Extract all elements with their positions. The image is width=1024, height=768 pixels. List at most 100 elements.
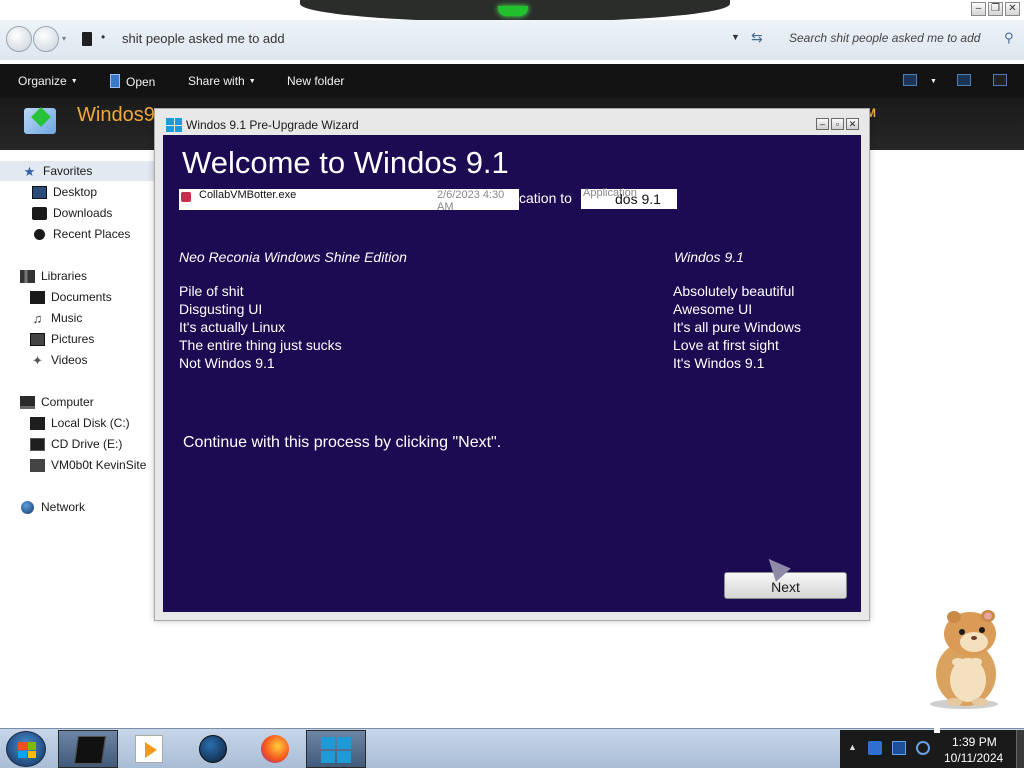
nav-label: Libraries	[41, 269, 88, 283]
taskbar-browser[interactable]	[182, 730, 242, 768]
preview-pane-icon[interactable]	[957, 74, 971, 86]
command-bar: Organize ▼ Open Share with ▼ New folder ▼	[0, 64, 1024, 98]
nav-label: Desktop	[53, 185, 98, 199]
clock-time[interactable]: 1:39 PM	[952, 735, 997, 749]
upgrade-wizard-dialog: Windos 9.1 Pre-Upgrade Wizard – ▫ ✕ Welc…	[154, 108, 870, 621]
list-item: It's all pure Windows	[673, 319, 801, 335]
clock-date[interactable]: 10/11/2024	[944, 751, 1003, 765]
wizard-window-title: Windos 9.1 Pre-Upgrade Wizard	[186, 118, 359, 132]
nav-label: Computer	[41, 395, 94, 409]
glitch-text-fragment-2: dos 9.1	[615, 191, 661, 207]
share-with-button[interactable]: Share with ▼	[188, 74, 256, 88]
close-button[interactable]: ✕	[1005, 2, 1020, 16]
file-name: CollabVMBotter.exe	[199, 189, 297, 201]
glitch-file-row: CollabVMBotter.exe 2/6/2023 4:30 AM	[179, 189, 519, 213]
volume-icon[interactable]	[916, 741, 930, 755]
downloads-icon	[32, 206, 47, 220]
nav-item-desktop[interactable]: Desktop	[0, 182, 156, 202]
firefox-icon	[261, 735, 289, 763]
change-view-icon[interactable]	[903, 74, 917, 86]
recent-places-icon	[34, 228, 45, 240]
minimize-button[interactable]: –	[971, 2, 986, 16]
address-dropdown-icon[interactable]: ▼	[731, 32, 740, 42]
start-button[interactable]	[6, 731, 46, 767]
share-with-label: Share with	[188, 74, 245, 88]
taskbar-explorer[interactable]	[58, 730, 118, 768]
wizard-close-button[interactable]: ✕	[846, 118, 859, 130]
nav-label: CD Drive (E:)	[51, 437, 123, 451]
notification-marker	[934, 727, 940, 733]
glitch-overlay-block: Application dos 9.1	[581, 187, 677, 209]
new-folder-button[interactable]: New folder	[287, 74, 344, 88]
system-tray: ▲ 1:39 PM 10/11/2024	[840, 727, 1024, 768]
organize-button[interactable]: Organize ▼	[18, 74, 78, 88]
maximize-button[interactable]: ❐	[988, 2, 1003, 16]
left-column-heading: Neo Reconia Windows Shine Edition	[179, 249, 407, 265]
nav-item-libraries[interactable]: Libraries	[0, 266, 156, 286]
star-icon: ★	[23, 163, 36, 179]
network-status-icon[interactable]	[892, 741, 906, 755]
globe-browser-icon	[199, 735, 227, 763]
help-icon[interactable]	[993, 74, 1007, 86]
hamster-mascot	[930, 610, 998, 709]
next-button[interactable]: Next	[724, 572, 847, 599]
computer-icon	[20, 395, 35, 409]
taskbar-upgrade-wizard[interactable]	[306, 730, 366, 768]
wizard-minimize-button[interactable]: –	[816, 118, 829, 130]
wizard-window-controls: – ▫ ✕	[816, 118, 859, 130]
organize-label: Organize	[18, 74, 67, 88]
nav-item-cd-drive[interactable]: CD Drive (E:)	[0, 434, 156, 454]
nav-item-recent-places[interactable]: Recent Places	[0, 224, 156, 244]
tray-app-icon[interactable]	[868, 741, 882, 755]
nav-item-videos[interactable]: ✦ Videos	[0, 350, 156, 370]
list-item: Awesome UI	[673, 301, 753, 317]
wizard-maximize-button[interactable]: ▫	[831, 118, 844, 130]
documents-icon	[30, 290, 45, 304]
network-icon	[21, 500, 34, 514]
nav-item-computer[interactable]: Computer	[0, 392, 156, 412]
media-player-icon	[135, 735, 163, 763]
nav-item-music[interactable]: ♫ Music	[0, 308, 156, 328]
refresh-icon[interactable]: ⇆	[751, 29, 763, 46]
right-column-heading: Windos 9.1	[674, 249, 744, 265]
glitch-text-fragment: cation to	[519, 190, 572, 206]
search-input[interactable]: Search shit people asked me to add	[789, 31, 980, 45]
show-desktop-button[interactable]	[1016, 730, 1024, 768]
nav-item-network-drive[interactable]: VM0b0t KevinSite	[0, 455, 156, 475]
nav-label: Downloads	[53, 206, 113, 220]
list-item: Disgusting UI	[179, 301, 263, 317]
nav-item-favorites[interactable]: ★ Favorites	[0, 161, 156, 181]
windows-logo-icon	[321, 737, 351, 763]
list-item: Absolutely beautiful	[673, 283, 795, 299]
nav-label: Recent Places	[53, 227, 131, 241]
windows-flag-icon	[18, 742, 36, 758]
hard-drive-icon	[30, 416, 45, 430]
forward-button[interactable]	[33, 26, 59, 52]
open-button[interactable]: Open	[110, 74, 155, 89]
address-path[interactable]: shit people asked me to add	[122, 31, 285, 46]
file-date: 2/6/2023 4:30 AM	[437, 189, 505, 213]
wizard-heading: Welcome to Windos 9.1	[182, 145, 509, 180]
list-item: Pile of shit	[179, 283, 244, 299]
show-hidden-icons-icon[interactable]: ▲	[848, 742, 857, 752]
nav-item-documents[interactable]: Documents	[0, 287, 156, 307]
nav-item-network[interactable]: Network	[0, 497, 156, 517]
view-options-dropdown-icon[interactable]: ▼	[926, 74, 937, 88]
library-icon	[24, 108, 56, 134]
wizard-titlebar[interactable]: Windos 9.1 Pre-Upgrade Wizard – ▫ ✕	[155, 109, 869, 135]
nav-item-pictures[interactable]: Pictures	[0, 329, 156, 349]
search-icon[interactable]: ⚲	[1004, 30, 1014, 46]
taskbar: ▲ 1:39 PM 10/11/2024	[0, 727, 1024, 768]
recent-pages-dropdown-icon[interactable]: ▾	[62, 34, 66, 43]
nav-item-downloads[interactable]: Downloads	[0, 203, 156, 223]
list-item: Not Windos 9.1	[179, 355, 275, 371]
taskbar-firefox[interactable]	[244, 730, 304, 768]
back-button[interactable]	[6, 26, 32, 52]
nav-item-local-disk[interactable]: Local Disk (C:)	[0, 413, 156, 433]
music-icon: ♫	[32, 310, 43, 326]
taskbar-media-player[interactable]	[118, 730, 178, 768]
breadcrumb-separator-icon[interactable]: •	[101, 30, 105, 44]
desktop-icon	[32, 185, 47, 199]
cd-drive-icon	[30, 437, 45, 451]
nav-label: Pictures	[51, 332, 95, 346]
